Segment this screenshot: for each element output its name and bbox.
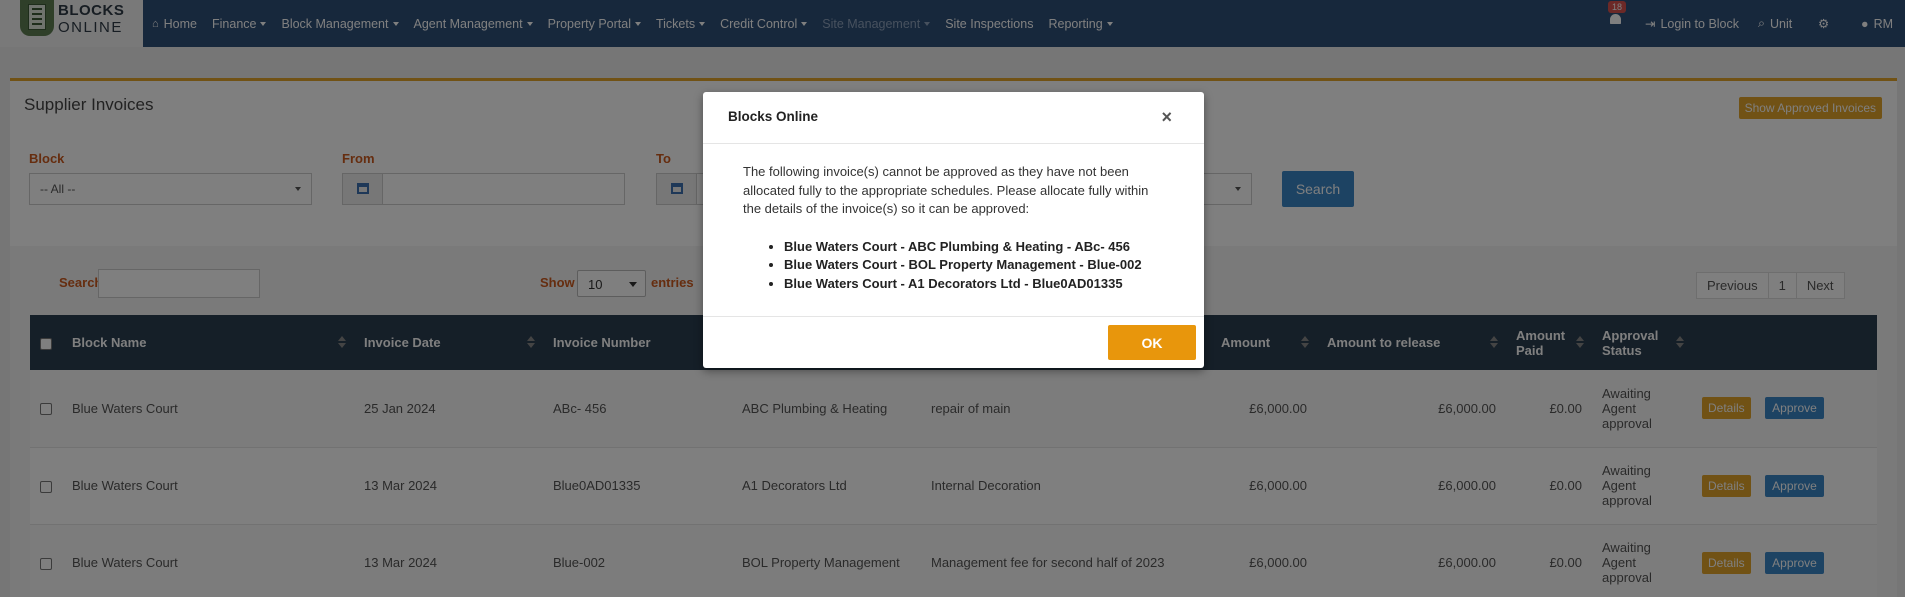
list-item: Blue Waters Court - BOL Property Managem… [784, 256, 1164, 275]
close-icon[interactable]: × [1161, 107, 1172, 128]
list-item: Blue Waters Court - A1 Decorators Ltd - … [784, 275, 1164, 294]
dialog-header: Blocks Online × [703, 92, 1204, 144]
dialog-message: The following invoice(s) cannot be appro… [743, 164, 1149, 216]
dialog-body: The following invoice(s) cannot be appro… [703, 144, 1204, 317]
unallocated-invoice-list: Blue Waters Court - ABC Plumbing & Heati… [743, 238, 1164, 294]
dialog-title: Blocks Online [728, 109, 819, 124]
ok-button[interactable]: OK [1108, 325, 1196, 360]
list-item: Blue Waters Court - ABC Plumbing & Heati… [784, 238, 1164, 257]
alert-dialog: Blocks Online × The following invoice(s)… [703, 92, 1204, 368]
